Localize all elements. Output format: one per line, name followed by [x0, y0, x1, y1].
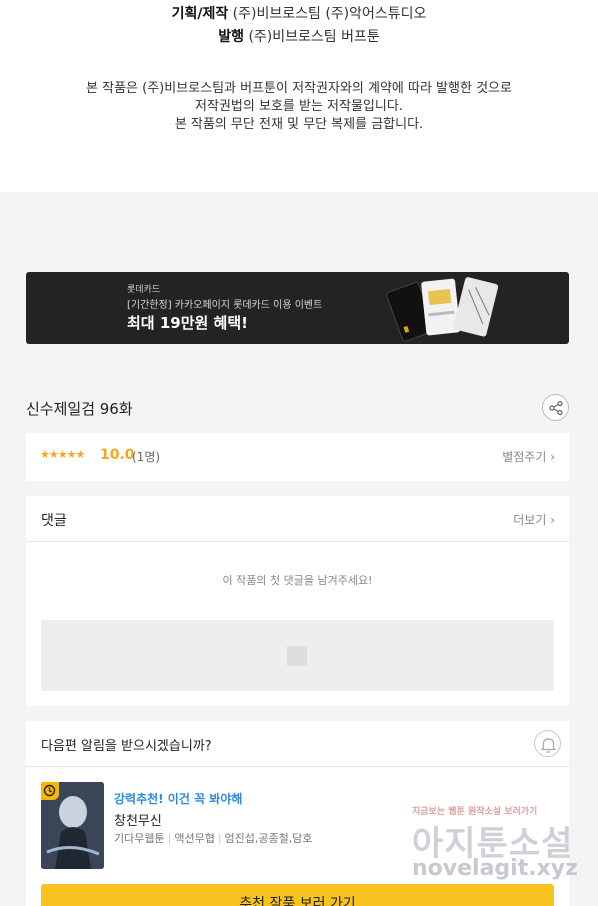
episode-title: 신수제일검 96화 — [26, 400, 133, 418]
notice-line-2: 저작권법의 보호를 받는 저작물입니다. — [195, 99, 403, 114]
planning-label: 기획/제작 — [171, 6, 229, 22]
work-thumbnail[interactable] — [41, 782, 104, 869]
banner-brand: 롯데카드 — [127, 285, 161, 295]
comment-input-box[interactable] — [41, 620, 554, 691]
rating-panel: ★★★★★ 10.0 (1명) 별점주기 › — [26, 433, 569, 481]
recommend-tag: 강력추천! 이건 꼭 봐야해 — [114, 792, 243, 806]
publish-label: 발행 — [218, 29, 244, 45]
bell-icon — [540, 738, 557, 753]
rate-button[interactable]: 별점주기 › — [502, 448, 555, 465]
work-meta-authors: 엄진섭,공종철,담호 — [224, 832, 313, 845]
publish-credit: 발행 (주)비브로스팀 버프툰 — [0, 26, 598, 46]
banner-subtitle: [기간한정] 카카오페이지 롯데카드 이용 이벤트 — [127, 300, 323, 311]
planning-credit: 기획/제작 (주)비브로스팀 (주)악어스튜디오 — [0, 3, 598, 23]
notify-bell-button[interactable] — [534, 730, 561, 757]
planning-value: (주)비브로스팀 (주)악어스튜디오 — [232, 6, 427, 22]
watermark-url: novelagit.xyz — [412, 856, 578, 881]
publish-value: (주)비브로스팀 버프툰 — [248, 29, 380, 45]
share-icon — [549, 400, 563, 416]
watermark: 지금보는 웹툰 원작소설 보러가기 아지툰소설 novelagit.xyz — [404, 796, 598, 906]
share-button[interactable] — [542, 394, 569, 421]
ad-banner[interactable]: 롯데카드 [기간한정] 카카오페이지 롯데카드 이용 이벤트 최대 19만원 혜… — [26, 272, 569, 344]
credit-cards-image — [386, 277, 499, 342]
comments-empty-text: 이 작품의 첫 댓글을 남겨주세요! — [222, 574, 373, 587]
notice-line-3: 본 작품의 무단 전재 및 무단 복제를 금합니다. — [174, 117, 424, 132]
notice-line-1: 본 작품은 (주)비브로스팀과 버프툰이 저작권자와의 계약에 따라 발행한 것… — [86, 81, 512, 96]
credits-section: 기획/제작 (주)비브로스팀 (주)악어스튜디오 발행 (주)비브로스팀 버프툰… — [0, 0, 598, 192]
banner-headline: 최대 19만원 혜택! — [127, 314, 248, 332]
comments-header: 댓글 — [41, 513, 67, 529]
work-meta: 기다무웹툰 | 액션무협 | 엄진섭,공종철,담호 — [114, 832, 313, 845]
image-placeholder-icon — [287, 646, 307, 666]
divider — [26, 766, 569, 767]
notify-question: 다음편 알림을 받으시겠습니까? — [41, 739, 212, 754]
rating-stars: ★★★★★ — [40, 448, 85, 461]
rating-count: (1명) — [132, 450, 161, 464]
comments-panel: 댓글 더보기 › 이 작품의 첫 댓글을 남겨주세요! — [26, 496, 569, 706]
divider — [26, 541, 569, 542]
copyright-notice: 본 작품은 (주)비브로스팀과 버프툰이 저작권자와의 계약에 따라 발행한 것… — [0, 80, 598, 134]
work-title[interactable]: 창천무신 — [114, 810, 162, 829]
rating-score: 10.0 — [100, 447, 135, 463]
clock-icon — [41, 782, 59, 800]
comments-more-link[interactable]: 더보기 › — [513, 511, 555, 528]
work-meta-type: 기다무웹툰 — [114, 832, 165, 845]
work-meta-genre: 액션무협 — [174, 832, 215, 845]
